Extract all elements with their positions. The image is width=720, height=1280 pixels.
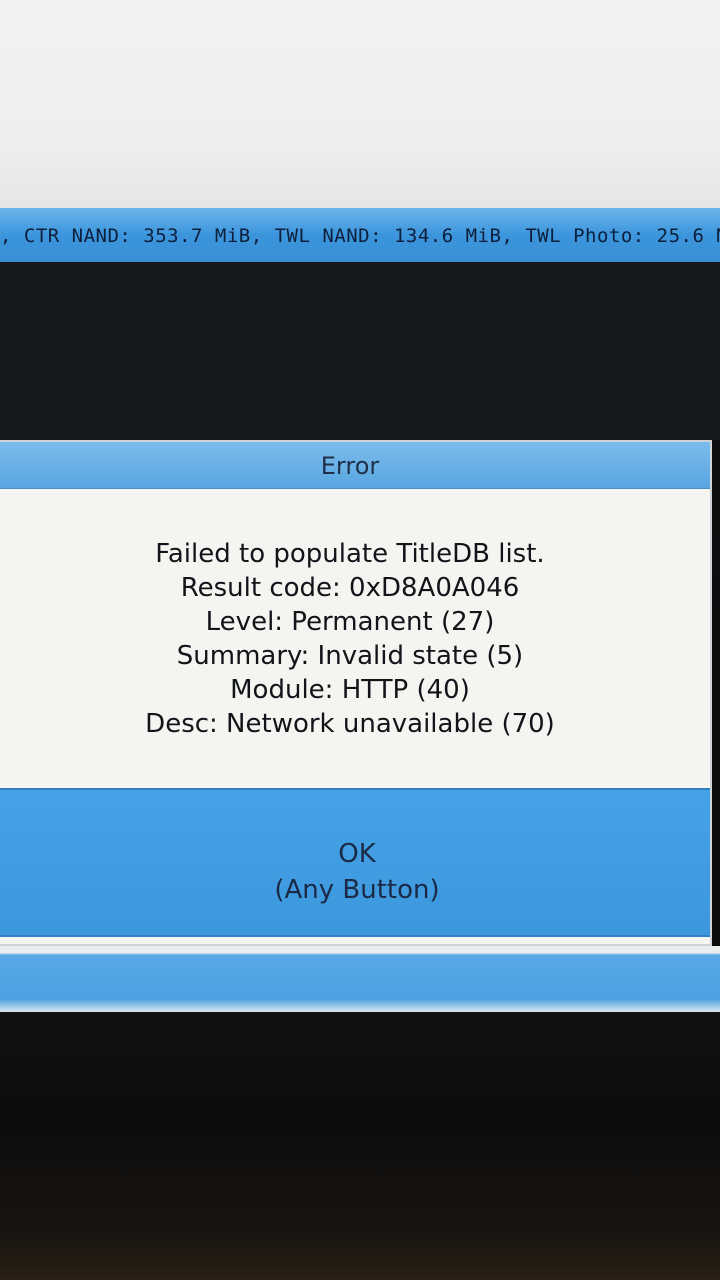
ok-button[interactable]: OK (Any Button) (0, 788, 710, 937)
ok-button-label: OK (338, 839, 376, 869)
message-line: Desc: Network unavailable (70) (145, 709, 555, 739)
background-band (0, 262, 720, 440)
status-ticker-bar: , CTR NAND: 353.7 MiB, TWL NAND: 134.6 M… (0, 208, 720, 262)
dialog-title: Error (320, 452, 380, 480)
message-line: Module: HTTP (40) (230, 675, 470, 705)
device-bezel (0, 1012, 720, 1280)
status-ticker-text: , CTR NAND: 353.7 MiB, TWL NAND: 134.6 M… (0, 225, 720, 247)
message-line: Failed to populate TitleDB list. (155, 539, 545, 569)
ok-button-hint: (Any Button) (274, 875, 440, 905)
message-line: Summary: Invalid state (5) (176, 641, 524, 671)
top-screen-area (0, 0, 720, 210)
message-line: Result code: 0xD8A0A046 (180, 573, 520, 603)
dialog-title-bar: Error (0, 442, 710, 489)
error-dialog: Error Failed to populate TitleDB list. R… (0, 440, 712, 946)
error-message: Failed to populate TitleDB list. Result … (0, 537, 700, 741)
message-line: Level: Permanent (27) (205, 607, 495, 637)
bottom-bar (0, 946, 720, 1012)
device-screen: , CTR NAND: 353.7 MiB, TWL NAND: 134.6 M… (0, 0, 720, 1280)
